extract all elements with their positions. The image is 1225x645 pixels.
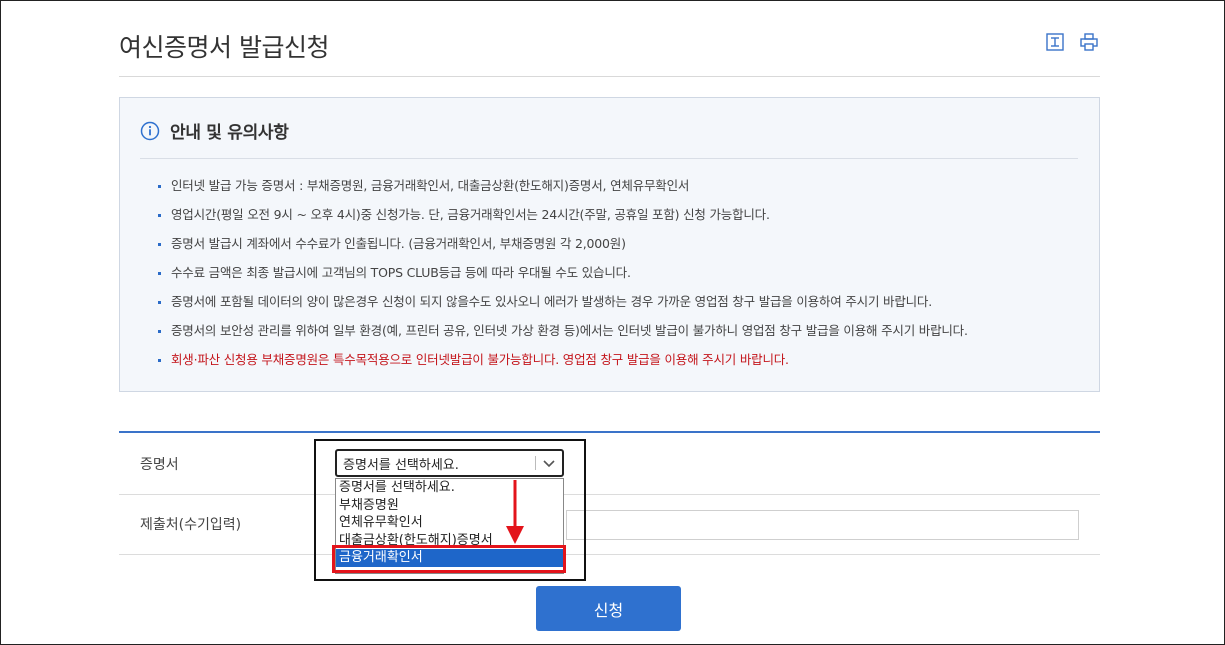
page-title: 여신증명서 발급신청	[119, 33, 329, 62]
notice-item: 영업시간(평일 오전 9시 ~ 오후 4시)중 신청가능. 단, 금융거래확인서…	[158, 205, 968, 234]
annotation-highlight	[332, 545, 566, 573]
notice-item: 수수료 금액은 최종 발급시에 고객님의 TOPS CLUB등급 등에 따라 우…	[158, 263, 968, 292]
notice-item: 인터넷 발급 가능 증명서 : 부채증명원, 금융거래확인서, 대출금상환(한도…	[158, 176, 968, 205]
form-top-border	[119, 431, 1100, 433]
notice-warning: 회생·파산 신청용 부채증명원은 특수목적용으로 인터넷발급이 불가능합니다. …	[158, 350, 968, 379]
certificate-select[interactable]: 증명서를 선택하세요.	[335, 449, 564, 477]
annotation-arrow-icon	[506, 480, 524, 544]
title-divider	[119, 76, 1100, 77]
notice-box: 안내 및 유의사항 인터넷 발급 가능 증명서 : 부채증명원, 금융거래확인서…	[119, 97, 1100, 392]
form-row-divider	[119, 554, 1100, 555]
select-divider	[535, 456, 536, 470]
submit-to-input[interactable]	[566, 510, 1079, 540]
notice-header: 안내 및 유의사항	[140, 118, 289, 143]
download-icon[interactable]	[1045, 32, 1065, 52]
top-toolbar	[1045, 32, 1099, 52]
dropdown-option[interactable]: 증명서를 선택하세요.	[336, 479, 563, 497]
form-row-divider	[119, 494, 1100, 495]
submit-to-label: 제출처(수기입력)	[140, 517, 242, 533]
certificate-label: 증명서	[140, 457, 179, 473]
dropdown-option[interactable]: 연체유무확인서	[336, 514, 563, 532]
chevron-down-icon	[543, 460, 555, 468]
notice-item: 증명서에 포함될 데이터의 양이 많은경우 신청이 되지 않을수도 있사오니 에…	[158, 292, 968, 321]
info-icon	[140, 121, 160, 140]
notice-list: 인터넷 발급 가능 증명서 : 부채증명원, 금융거래확인서, 대출금상환(한도…	[158, 176, 968, 379]
print-icon[interactable]	[1079, 32, 1099, 52]
dropdown-option[interactable]: 부채증명원	[336, 497, 563, 515]
certificate-select-value: 증명서를 선택하세요.	[343, 458, 459, 473]
notice-divider	[140, 158, 1078, 159]
submit-button[interactable]: 신청	[536, 586, 681, 631]
notice-title: 안내 및 유의사항	[170, 123, 289, 143]
notice-item: 증명서의 보안성 관리를 위하여 일부 환경(예, 프린터 공유, 인터넷 가상…	[158, 321, 968, 350]
notice-item: 증명서 발급시 계좌에서 수수료가 인출됩니다. (금융거래확인서, 부채증명원…	[158, 234, 968, 263]
